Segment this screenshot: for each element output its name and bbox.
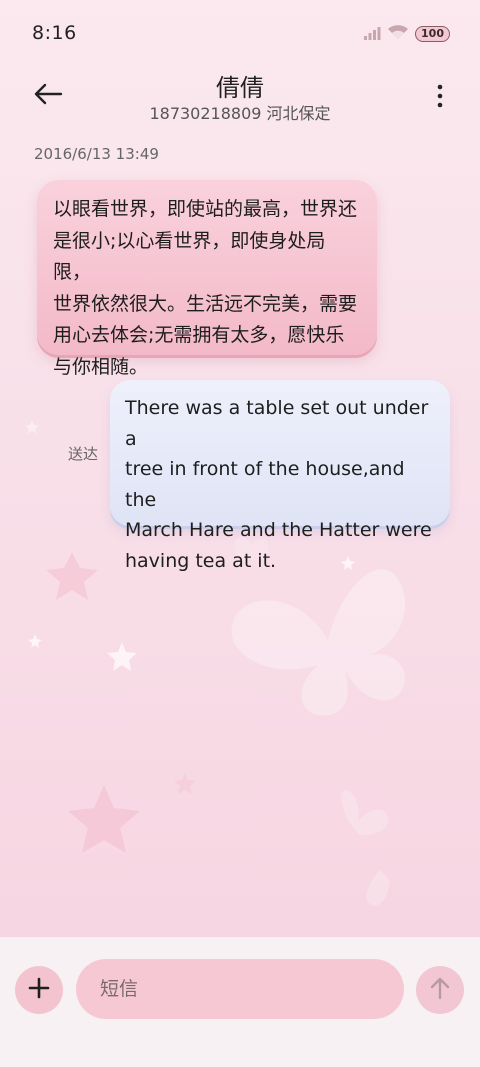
signal-icon [363, 25, 381, 44]
message-line: There was a table set out under a [125, 397, 429, 450]
message-line: 以眼看世界，即使站的最高，世界还 [53, 198, 358, 220]
send-button[interactable] [416, 966, 464, 1014]
contact-number-location: 18730218809 河北保定 [149, 104, 331, 123]
message-line: 是很小;以心看世界，即使身处局限， [53, 229, 326, 284]
battery-indicator: 100 [415, 26, 450, 42]
plus-icon [28, 977, 50, 1003]
status-bar: 8:16 100 [0, 0, 480, 68]
outgoing-message-bubble[interactable]: There was a table set out under a tree i… [110, 380, 450, 572]
incoming-message-bubble[interactable]: 以眼看世界，即使站的最高，世界还 是很小;以心看世界，即使身处局限， 世界依然很… [37, 180, 377, 378]
add-attachment-button[interactable] [15, 966, 63, 1014]
message-line: 用心去体会;无需拥有太多，愿快乐 [53, 324, 345, 346]
send-arrow-icon [429, 976, 451, 1004]
more-vert-icon [437, 84, 443, 112]
status-time: 8:16 [32, 22, 77, 44]
conversation-header: 倩倩 18730218809 河北保定 [0, 68, 480, 128]
message-timestamp: 2016/6/13 13:49 [34, 145, 159, 163]
contact-name: 倩倩 [216, 74, 264, 102]
message-line: having tea at it. [125, 549, 277, 572]
message-line: March Hare and the Hatter were [125, 519, 432, 541]
wifi-icon [387, 24, 409, 44]
more-options-button[interactable] [430, 78, 450, 118]
message-line: tree in front of the house,and the [125, 458, 405, 511]
message-line: 世界依然很大。生活远不完美，需要 [53, 292, 358, 315]
message-line: 与你相随。 [53, 355, 149, 378]
status-icons: 100 [363, 24, 450, 44]
delivered-status: 送达 [68, 445, 99, 463]
message-input[interactable] [76, 959, 404, 1019]
